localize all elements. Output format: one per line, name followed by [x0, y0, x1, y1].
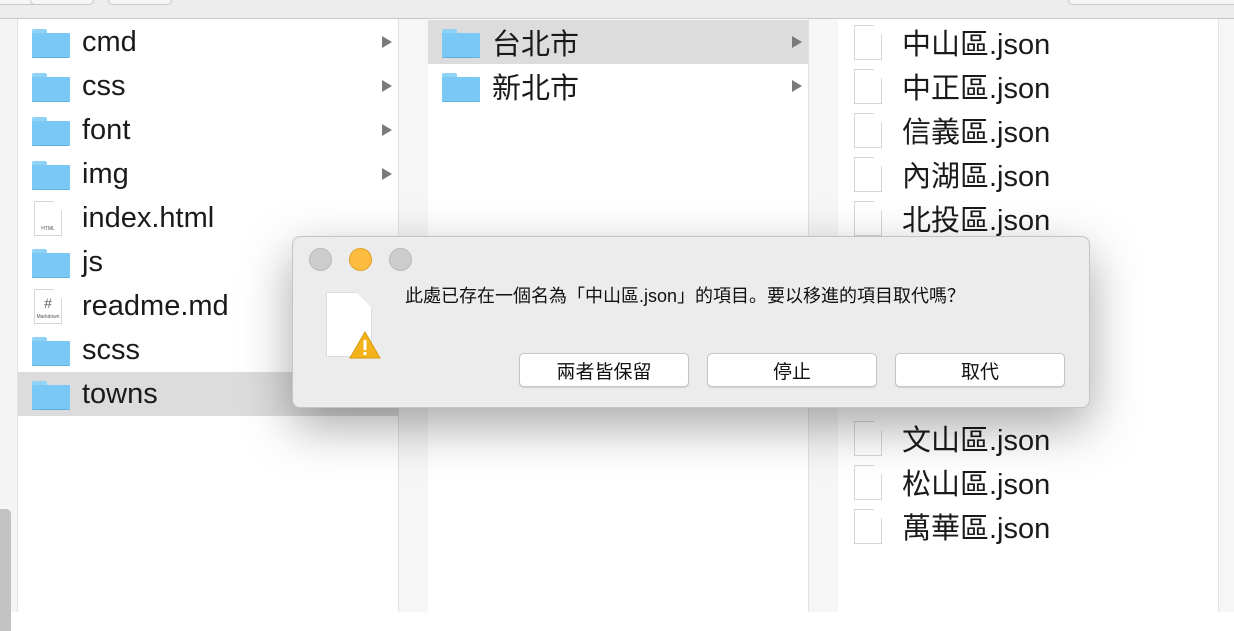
- file-icon: [854, 69, 882, 104]
- file-icon: [854, 201, 882, 236]
- dialog-message: 此處已存在一個名為「中山區.json」的項目。要以移進的項目取代嗎？: [405, 286, 966, 306]
- folder-icon: [442, 29, 480, 58]
- hash-glyph: #: [44, 295, 52, 311]
- folder-icon: [32, 117, 70, 146]
- item-name: 北投區.json: [902, 205, 1051, 237]
- replace-confirm-dialog: 此處已存在一個名為「中山區.json」的項目。要以移進的項目取代嗎？ 兩者皆保留…: [292, 236, 1090, 408]
- disclosure-arrow-icon: [792, 80, 802, 92]
- item-name: 中正區.json: [902, 73, 1051, 105]
- toolbar-button[interactable]: [108, 0, 172, 5]
- file-icon: [854, 509, 882, 544]
- item-name: towns: [82, 377, 158, 410]
- minimize-button[interactable]: [349, 248, 372, 271]
- disclosure-arrow-icon: [382, 80, 392, 92]
- file-icon: [854, 421, 882, 456]
- item-name: css: [82, 69, 126, 102]
- list-item[interactable]: img: [18, 152, 398, 196]
- list-item[interactable]: 萬華區.json: [838, 504, 1218, 548]
- scrollbar[interactable]: [0, 509, 11, 631]
- item-name: 松山區.json: [902, 469, 1051, 501]
- folder-icon: [32, 161, 70, 190]
- folder-icon: [32, 337, 70, 366]
- folder-icon: [32, 249, 70, 278]
- list-item[interactable]: 文山區.json: [838, 416, 1218, 460]
- stop-button[interactable]: 停止: [707, 353, 877, 387]
- list-item[interactable]: 中正區.json: [838, 64, 1218, 108]
- list-item[interactable]: css: [18, 64, 398, 108]
- disclosure-arrow-icon: [382, 124, 392, 136]
- replace-button[interactable]: 取代: [895, 353, 1065, 387]
- warning-icon: [349, 331, 381, 359]
- list-item[interactable]: 北投區.json: [838, 196, 1218, 240]
- toolbar-button[interactable]: [30, 0, 94, 5]
- keep-both-button[interactable]: 兩者皆保留: [519, 353, 689, 387]
- column-divider: [1219, 19, 1234, 612]
- list-item[interactable]: 台北市: [428, 20, 808, 64]
- folder-icon: [32, 73, 70, 102]
- item-name: 信義區.json: [902, 117, 1051, 149]
- list-item[interactable]: cmd: [18, 20, 398, 64]
- disclosure-arrow-icon: [382, 168, 392, 180]
- list-item[interactable]: HTML index.html: [18, 196, 398, 240]
- item-name: js: [82, 245, 103, 278]
- sidebar-edge: [0, 19, 18, 631]
- item-name: 文山區.json: [902, 425, 1051, 457]
- item-name: 新北市: [492, 73, 580, 105]
- markdown-file-icon: # Markdown: [34, 289, 62, 324]
- item-name: scss: [82, 333, 140, 366]
- list-item[interactable]: 松山區.json: [838, 460, 1218, 504]
- list-item[interactable]: 內湖區.json: [838, 152, 1218, 196]
- file-icon: [854, 113, 882, 148]
- folder-icon: [442, 73, 480, 102]
- item-name: 萬華區.json: [902, 513, 1051, 545]
- list-item[interactable]: font: [18, 108, 398, 152]
- item-name: font: [82, 113, 131, 146]
- item-name: index.html: [82, 201, 215, 234]
- folder-icon: [32, 29, 70, 58]
- item-name: 內湖區.json: [902, 161, 1051, 193]
- close-button[interactable]: [309, 248, 332, 271]
- item-name: img: [82, 157, 129, 190]
- file-icon: [854, 25, 882, 60]
- list-item[interactable]: 新北市: [428, 64, 808, 108]
- item-name: 台北市: [492, 29, 580, 61]
- item-name: cmd: [82, 25, 137, 58]
- list-item[interactable]: 信義區.json: [838, 108, 1218, 152]
- folder-icon: [32, 381, 70, 410]
- file-type-tag: HTML: [41, 226, 55, 232]
- disclosure-arrow-icon: [792, 36, 802, 48]
- file-type-tag: Markdown: [36, 314, 60, 320]
- item-name: readme.md: [82, 289, 229, 322]
- file-icon: [854, 157, 882, 192]
- disclosure-arrow-icon: [382, 36, 392, 48]
- item-name: 中山區.json: [902, 29, 1051, 61]
- finder-toolbar: [0, 0, 1234, 19]
- zoom-button[interactable]: [389, 248, 412, 271]
- list-item[interactable]: 中山區.json: [838, 20, 1218, 64]
- search-field[interactable]: [1068, 0, 1234, 5]
- file-icon: [854, 465, 882, 500]
- file-icon: HTML: [34, 201, 62, 236]
